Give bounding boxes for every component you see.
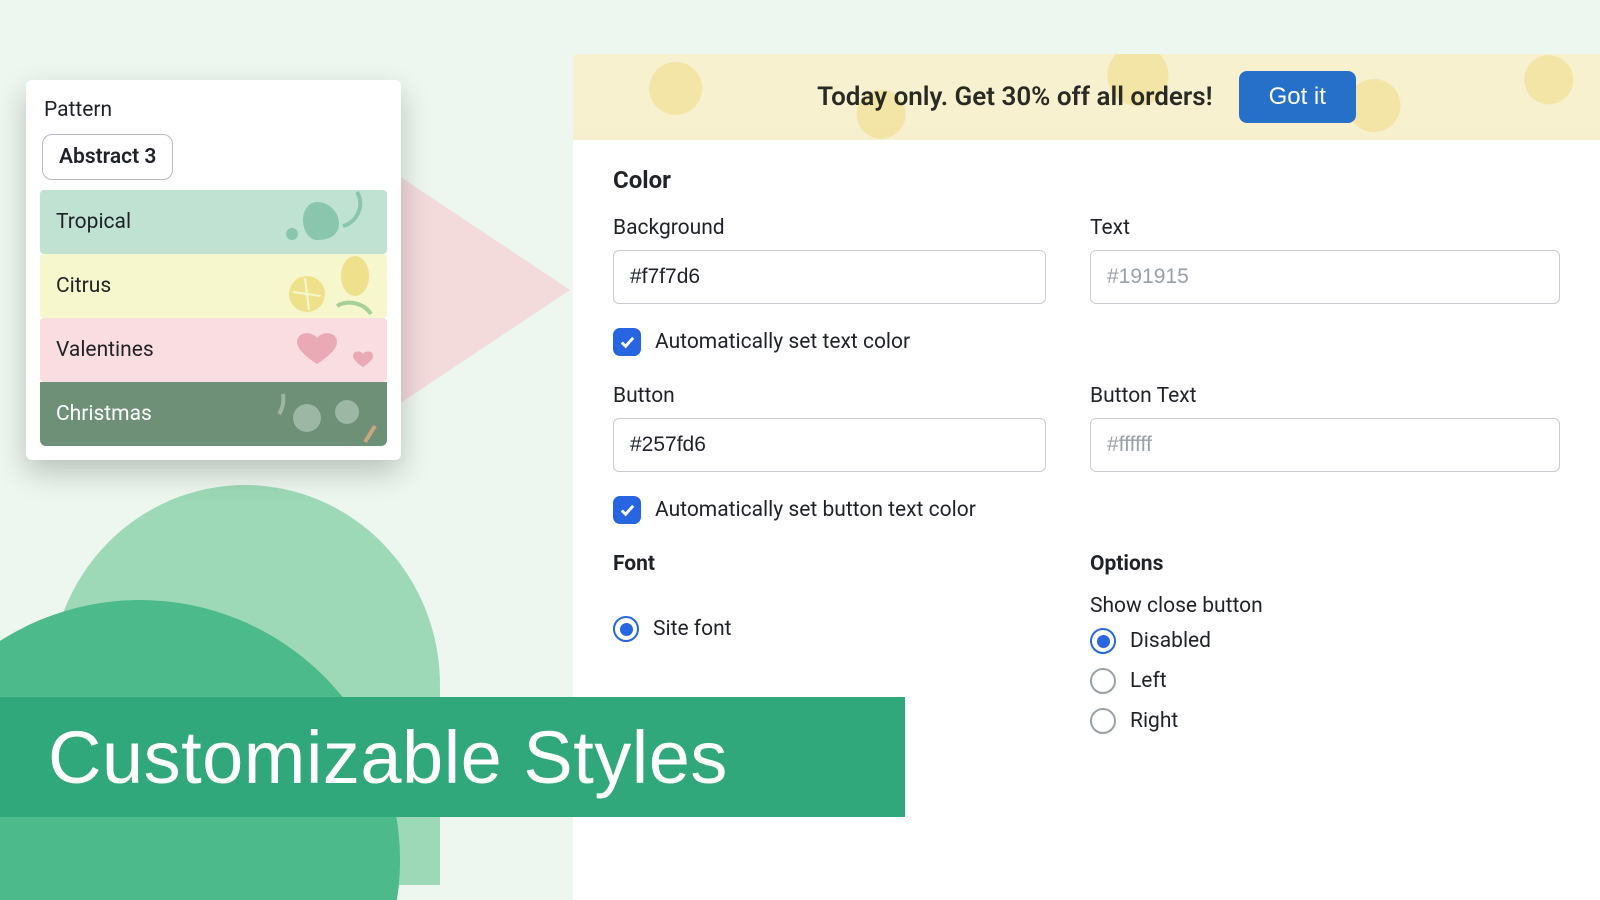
section-heading-color: Color	[613, 166, 1560, 194]
radio-icon	[1090, 628, 1116, 654]
pattern-option-citrus[interactable]: Citrus	[40, 254, 387, 318]
heart-icon	[187, 318, 387, 382]
pattern-selected-pill[interactable]: Abstract 3	[42, 134, 173, 180]
input-button-text-color[interactable]	[1090, 418, 1560, 472]
label-button-color: Button	[613, 384, 1046, 408]
label-button-text-color: Button Text	[1090, 384, 1560, 408]
pattern-card: Pattern Abstract 3 Tropical Citrus Valen…	[26, 80, 401, 460]
checkmark-icon	[613, 496, 641, 524]
radio-font-site[interactable]: Site font	[613, 616, 1046, 642]
pattern-option-christmas[interactable]: Christmas	[40, 382, 387, 446]
pattern-option-label: Citrus	[56, 274, 111, 298]
input-background-color[interactable]	[613, 250, 1046, 304]
pattern-card-title: Pattern	[44, 98, 387, 122]
section-heading-font: Font	[613, 552, 1046, 576]
radio-close-disabled[interactable]: Disabled	[1090, 628, 1560, 654]
checkbox-label: Automatically set text color	[655, 330, 910, 354]
promo-title: Customizable Styles	[48, 715, 728, 800]
checkbox-auto-button-text-color[interactable]: Automatically set button text color	[613, 496, 1560, 524]
checkmark-icon	[613, 328, 641, 356]
pattern-option-label: Valentines	[56, 338, 154, 362]
label-background: Background	[613, 216, 1046, 240]
section-heading-options: Options	[1090, 552, 1560, 576]
radio-icon	[1090, 708, 1116, 734]
pattern-option-label: Tropical	[56, 210, 131, 234]
radio-close-right[interactable]: Right	[1090, 708, 1560, 734]
pattern-option-label: Christmas	[56, 402, 152, 426]
label-text-color: Text	[1090, 216, 1560, 240]
radio-label: Right	[1130, 709, 1178, 733]
promo-title-bar: Customizable Styles	[0, 697, 905, 817]
checkbox-label: Automatically set button text color	[655, 498, 976, 522]
preview-banner: Today only. Get 30% off all orders! Got …	[573, 54, 1600, 140]
radio-icon	[613, 616, 639, 642]
radio-label: Disabled	[1130, 629, 1211, 653]
banner-cta-button[interactable]: Got it	[1239, 71, 1356, 123]
label-show-close-button: Show close button	[1090, 594, 1560, 618]
radio-label: Left	[1130, 669, 1167, 693]
ornament-icon	[187, 382, 387, 446]
pattern-option-tropical[interactable]: Tropical	[40, 190, 387, 254]
lemon-icon	[187, 254, 387, 318]
banner-text: Today only. Get 30% off all orders!	[817, 82, 1213, 112]
radio-label: Site font	[653, 617, 732, 641]
checkbox-auto-text-color[interactable]: Automatically set text color	[613, 328, 1560, 356]
leaf-icon	[187, 190, 387, 254]
input-button-color[interactable]	[613, 418, 1046, 472]
pattern-option-valentines[interactable]: Valentines	[40, 318, 387, 382]
radio-icon	[1090, 668, 1116, 694]
input-text-color[interactable]	[1090, 250, 1560, 304]
radio-close-left[interactable]: Left	[1090, 668, 1560, 694]
